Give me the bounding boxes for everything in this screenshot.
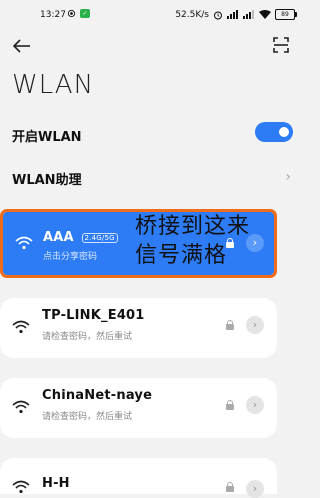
network-name: AAA 2.4G/5G: [43, 230, 118, 245]
band-badge: 2.4G/5G: [81, 232, 118, 243]
network-detail-button[interactable]: ›: [246, 316, 264, 334]
network-item[interactable]: ChinaNet-naye 请检查密码，然后重试 ›: [0, 378, 277, 438]
chevron-right-icon: ›: [252, 318, 258, 331]
lock-icon: [226, 320, 234, 330]
network-name: ChinaNet-naye: [42, 388, 153, 403]
network-name-text: AAA: [43, 230, 74, 245]
network-subtitle: 点击分享密码: [43, 252, 98, 262]
network-name: H-H: [42, 476, 70, 491]
network-detail-button[interactable]: ›: [246, 480, 264, 498]
annotation-text: 桥接到这来 信号满格: [135, 212, 250, 270]
annotation-line-1: 桥接到这来: [135, 214, 251, 239]
network-item[interactable]: H-H ›: [0, 458, 277, 498]
network-subtitle: 请检查密码，然后重试: [42, 332, 133, 342]
wifi-icon: [12, 480, 30, 494]
network-item[interactable]: TP-LINK_E401 请检查密码，然后重试 ›: [0, 298, 277, 358]
network-list: AAA 2.4G/5G 点击分享密码 › 桥接到这来 信号满格 TP-LINK_…: [0, 0, 305, 498]
network-subtitle: 请检查密码，然后重试: [42, 412, 133, 422]
network-item-connected[interactable]: AAA 2.4G/5G 点击分享密码 › 桥接到这来 信号满格: [0, 209, 277, 278]
chevron-right-icon: ›: [252, 398, 258, 411]
wifi-icon: [15, 236, 33, 250]
network-detail-button[interactable]: ›: [246, 396, 264, 414]
chevron-right-icon: ›: [252, 236, 258, 249]
wifi-icon: [12, 400, 30, 414]
wifi-icon: [12, 320, 30, 334]
network-name: TP-LINK_E401: [42, 308, 145, 323]
chevron-right-icon: ›: [252, 482, 258, 495]
annotation-line-2: 信号满格: [135, 243, 228, 268]
lock-icon: [226, 482, 234, 492]
lock-icon: [226, 400, 234, 410]
